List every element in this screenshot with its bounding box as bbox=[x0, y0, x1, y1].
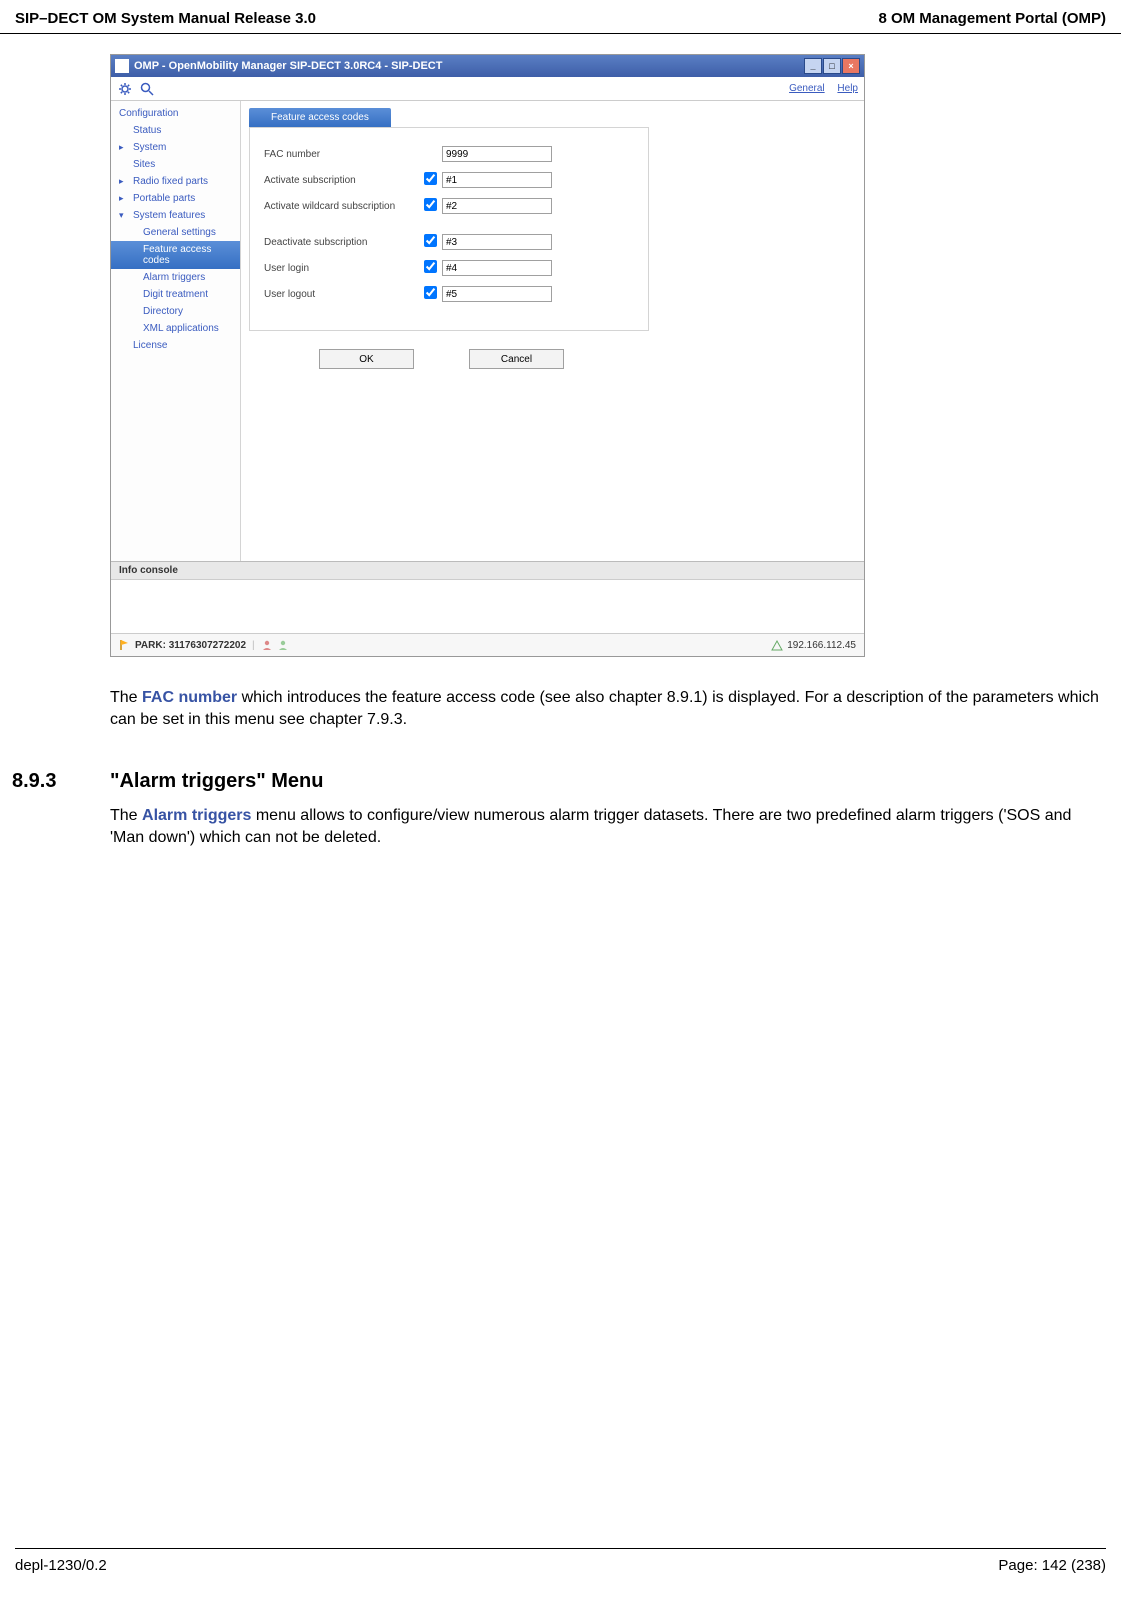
input-actwc[interactable] bbox=[442, 198, 552, 214]
row-logout: User logout bbox=[264, 286, 634, 302]
sidebar-item-sysfeat[interactable]: System features bbox=[111, 207, 240, 224]
panel-box: FAC number Activate subscription Activat… bbox=[249, 127, 649, 331]
footer-right: Page: 142 (238) bbox=[998, 1557, 1106, 1574]
row-facnum: FAC number bbox=[264, 146, 634, 162]
label-deact: Deactivate subscription bbox=[264, 237, 424, 248]
sidebar: Configuration Status System Sites Radio … bbox=[111, 101, 241, 561]
sidebar-sub-digit[interactable]: Digit treatment bbox=[111, 286, 240, 303]
sidebar-item-status[interactable]: Status bbox=[111, 122, 240, 139]
row-login: User login bbox=[264, 260, 634, 276]
keyword-alarm-triggers: Alarm triggers bbox=[142, 807, 251, 824]
checkbox-login[interactable] bbox=[424, 260, 437, 273]
sidebar-root[interactable]: Configuration bbox=[111, 105, 240, 122]
doc-paragraph-2: The Alarm triggers menu allows to config… bbox=[110, 805, 1106, 848]
label-login: User login bbox=[264, 263, 424, 274]
info-console-body bbox=[111, 579, 864, 634]
section-number: 8.9.3 bbox=[12, 770, 110, 793]
cancel-button[interactable]: Cancel bbox=[469, 349, 564, 369]
main-panel: Feature access codes FAC number Activate… bbox=[241, 101, 864, 561]
label-facnum: FAC number bbox=[264, 149, 424, 160]
minimize-button[interactable]: _ bbox=[804, 58, 822, 74]
window-title: OMP - OpenMobility Manager SIP-DECT 3.0R… bbox=[134, 60, 442, 72]
doc-text-part: which introduces the feature access code… bbox=[110, 689, 1099, 728]
keyword-fac-number: FAC number bbox=[142, 689, 237, 706]
page-footer: depl-1230/0.2 Page: 142 (238) bbox=[15, 1548, 1106, 1594]
row-deact: Deactivate subscription bbox=[264, 234, 634, 250]
close-button[interactable]: × bbox=[842, 58, 860, 74]
toolbar: General Help bbox=[111, 77, 864, 101]
header-right: 8 OM Management Portal (OMP) bbox=[878, 10, 1106, 27]
section-title: "Alarm triggers" Menu bbox=[110, 770, 323, 793]
page-header: SIP–DECT OM System Manual Release 3.0 8 … bbox=[0, 0, 1121, 34]
doc-text-part: menu allows to configure/view numerous a… bbox=[110, 807, 1071, 846]
sidebar-item-system[interactable]: System bbox=[111, 139, 240, 156]
label-actsub: Activate subscription bbox=[264, 175, 424, 186]
status-network-icon bbox=[771, 639, 783, 651]
status-user-icon[interactable] bbox=[261, 639, 273, 651]
panel-tab[interactable]: Feature access codes bbox=[249, 108, 391, 127]
input-facnum[interactable] bbox=[442, 146, 552, 162]
row-actwc: Activate wildcard subscription bbox=[264, 198, 634, 214]
status-park: PARK: 31176307272202 bbox=[135, 640, 246, 651]
sidebar-item-license[interactable]: License bbox=[111, 337, 240, 354]
sidebar-item-rfp[interactable]: Radio fixed parts bbox=[111, 173, 240, 190]
search-icon[interactable] bbox=[139, 81, 155, 97]
sidebar-item-sites[interactable]: Sites bbox=[111, 156, 240, 173]
statusbar: PARK: 31176307272202 | 192.166.112.45 bbox=[111, 634, 864, 656]
input-actsub[interactable] bbox=[442, 172, 552, 188]
sidebar-sub-fac[interactable]: Feature access codes bbox=[111, 241, 240, 269]
input-login[interactable] bbox=[442, 260, 552, 276]
link-help[interactable]: Help bbox=[837, 83, 858, 94]
link-general[interactable]: General bbox=[789, 83, 825, 94]
header-left: SIP–DECT OM System Manual Release 3.0 bbox=[15, 10, 316, 27]
sidebar-sub-directory[interactable]: Directory bbox=[111, 303, 240, 320]
sidebar-sub-general[interactable]: General settings bbox=[111, 224, 240, 241]
doc-text-part: The bbox=[110, 689, 142, 706]
ok-button[interactable]: OK bbox=[319, 349, 414, 369]
window-titlebar: OMP - OpenMobility Manager SIP-DECT 3.0R… bbox=[111, 55, 864, 77]
sidebar-item-pp[interactable]: Portable parts bbox=[111, 190, 240, 207]
doc-text-part: The bbox=[110, 807, 142, 824]
info-console-header: Info console bbox=[111, 561, 864, 579]
sidebar-sub-alarm[interactable]: Alarm triggers bbox=[111, 269, 240, 286]
status-ip: 192.166.112.45 bbox=[787, 640, 856, 651]
sidebar-sub-xml[interactable]: XML applications bbox=[111, 320, 240, 337]
checkbox-actsub[interactable] bbox=[424, 172, 437, 185]
status-user2-icon[interactable] bbox=[277, 639, 289, 651]
footer-left: depl-1230/0.2 bbox=[15, 1557, 107, 1574]
doc-paragraph-1: The FAC number which introduces the feat… bbox=[110, 687, 1106, 730]
label-actwc: Activate wildcard subscription bbox=[264, 201, 424, 212]
label-logout: User logout bbox=[264, 289, 424, 300]
row-actsub: Activate subscription bbox=[264, 172, 634, 188]
checkbox-deact[interactable] bbox=[424, 234, 437, 247]
omp-app-window: OMP - OpenMobility Manager SIP-DECT 3.0R… bbox=[110, 54, 865, 657]
input-logout[interactable] bbox=[442, 286, 552, 302]
section-heading: 8.9.3 "Alarm triggers" Menu bbox=[12, 770, 1106, 793]
maximize-button[interactable]: □ bbox=[823, 58, 841, 74]
app-icon bbox=[115, 59, 129, 73]
status-flag-icon bbox=[119, 639, 131, 651]
checkbox-logout[interactable] bbox=[424, 286, 437, 299]
gear-icon[interactable] bbox=[117, 81, 133, 97]
input-deact[interactable] bbox=[442, 234, 552, 250]
checkbox-actwc[interactable] bbox=[424, 198, 437, 211]
